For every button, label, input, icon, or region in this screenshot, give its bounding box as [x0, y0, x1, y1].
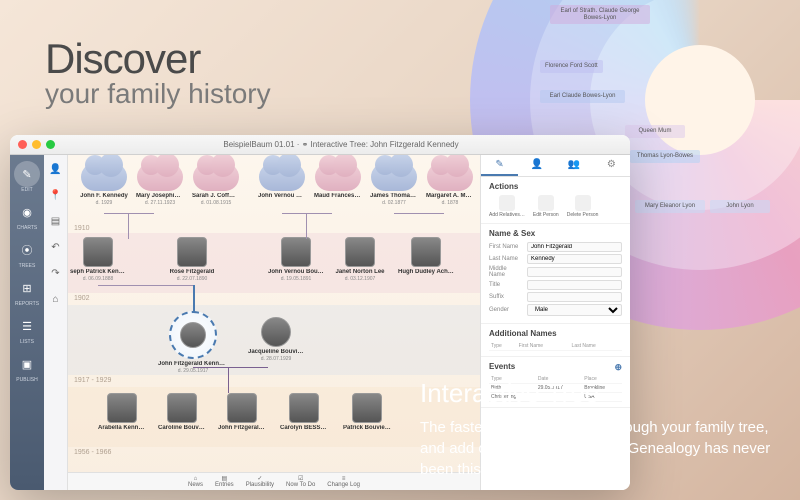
action-delete-person[interactable]: Delete Person	[567, 195, 599, 218]
gender-select[interactable]: Male	[527, 304, 622, 316]
sidebar-label: LISTS	[20, 339, 34, 345]
person-card[interactable]: Sarah J. Coffman d. 01.08.1915	[192, 163, 240, 206]
window-title: BeispielBaum 01.01 · ⚭ Interactive Tree:…	[60, 140, 622, 149]
bottom-tab[interactable]: ≡Change Log	[327, 476, 360, 488]
fan-person: Queen Mum	[625, 125, 685, 138]
gen-label: 1910	[74, 225, 90, 232]
hero-text: Discover your family history	[45, 35, 271, 110]
bottom-toolbar: ⌂News ▤Entries ✓Plausibility ☑Now To Do …	[68, 472, 480, 490]
sidebar-label: EDIT	[21, 187, 32, 193]
callout-title: Interactive Tree	[420, 378, 780, 409]
bottom-tab[interactable]: ⌂News	[188, 476, 203, 488]
inspector-tab-settings[interactable]: ⚙	[593, 155, 630, 176]
tool-person-icon[interactable]: 👤	[48, 161, 64, 177]
tree-canvas[interactable]: 1910 John F. Kennedy d. 1929 Mary Joseph…	[68, 155, 480, 490]
fan-person: Earl Claude Bowes-Lyon	[540, 90, 625, 103]
hero-title: Discover	[45, 35, 271, 83]
inspector-tab-family[interactable]: 👥	[556, 155, 593, 176]
person-card[interactable]: Rose Fitzgerald d. 22.07.1890	[164, 237, 220, 282]
inspector-name-sex: Name & Sex First Name Last Name Middle N…	[481, 224, 630, 324]
person-card[interactable]: John Fitzgerald Kennedy JR	[218, 393, 266, 432]
bottom-tab[interactable]: ▤Entries	[215, 475, 234, 488]
sidebar-charts[interactable]: ◉	[14, 199, 40, 225]
hero-subtitle: your family history	[45, 78, 271, 110]
person-card[interactable]: Margaret A. Merritt d. 1878	[426, 163, 474, 206]
tool-home-icon[interactable]: ⌂	[48, 291, 64, 307]
callout-body: The fastest way to navigate through your…	[420, 417, 780, 480]
add-event-icon[interactable]: ⊕	[614, 362, 622, 373]
middle-name-input[interactable]	[527, 267, 622, 277]
person-card[interactable]: Jacqueline Bouvier (Kenn… d. 28.07.1929	[248, 317, 304, 362]
fan-person: Mary Eleanor Lyon	[635, 200, 705, 213]
minimize-icon[interactable]	[32, 140, 41, 149]
tool-redo-icon[interactable]: ↷	[48, 265, 64, 281]
sidebar-lists[interactable]: ☰	[14, 313, 40, 339]
last-name-input[interactable]	[527, 254, 622, 264]
fan-person: John Lyon	[710, 200, 770, 213]
gen-label: 1902	[74, 295, 90, 302]
person-card-selected[interactable]: John Fitzgerald Kennedy d. 29.05.1917	[158, 311, 228, 374]
person-card[interactable]: Janet Norton Lee d. 03.12.1907	[332, 237, 388, 282]
sidebar-label: CHARTS	[17, 225, 37, 231]
inspector-tabs: ✎ 👤 👥 ⚙	[481, 155, 630, 177]
bottom-tab[interactable]: ☑Now To Do	[286, 475, 315, 488]
zoom-icon[interactable]	[46, 140, 55, 149]
person-card[interactable]: Hugh Dudley Achincloss	[398, 237, 454, 276]
tool-strip: 👤 📍 ▤ ↶ ↷ ⌂	[44, 155, 68, 490]
person-card[interactable]: Caroline Bouvier Ke…	[158, 393, 206, 432]
close-icon[interactable]	[18, 140, 27, 149]
person-card[interactable]: Mary Josephine HA… d. 27.11.1923	[136, 163, 184, 206]
suffix-input[interactable]	[527, 292, 622, 302]
tool-undo-icon[interactable]: ↶	[48, 239, 64, 255]
person-card[interactable]: James Thomas Lee d. 02.1877	[370, 163, 418, 206]
gen-label: 1956 - 1966	[74, 449, 111, 456]
sidebar-publish[interactable]: ▣	[14, 351, 40, 377]
fan-person: Florence Ford Scott	[540, 60, 603, 73]
main-sidebar: ✎ EDIT ◉ CHARTS ⦿ TREES ⊞ REPORTS ☰ LIST…	[10, 155, 44, 490]
person-card[interactable]: Carolyn BESSETTE	[280, 393, 328, 432]
first-name-input[interactable]	[527, 242, 622, 252]
action-edit-person[interactable]: Edit Person	[533, 195, 559, 218]
inspector-tab-person[interactable]: 👤	[518, 155, 555, 176]
person-card[interactable]: John F. Kennedy d. 1929	[80, 163, 128, 206]
person-card[interactable]: John Vernou Bouvier II. d. 19.05.1891	[268, 237, 324, 282]
titlebar: BeispielBaum 01.01 · ⚭ Interactive Tree:…	[10, 135, 630, 155]
inspector-additional-names: Additional Names TypeFirst NameLast Name	[481, 324, 630, 357]
gen-label: 1917 - 1929	[74, 377, 111, 384]
sidebar-label: TREES	[19, 263, 36, 269]
tool-pin-icon[interactable]: 📍	[48, 187, 64, 203]
marketing-callout: Interactive Tree The fastest way to navi…	[420, 378, 780, 480]
inspector-tab-edit[interactable]: ✎	[481, 155, 518, 176]
sidebar-trees[interactable]: ⦿	[14, 237, 40, 263]
person-card[interactable]: seph Patrick Kennedy d. 06.09.1888	[70, 237, 126, 282]
inspector-actions: Actions Add Relatives… Edit Person Delet…	[481, 177, 630, 224]
fan-person: Earl of Strath. Claude George Bowes-Lyon	[550, 5, 650, 24]
person-card[interactable]: John Vernou Bouvier I	[258, 163, 306, 200]
sidebar-edit[interactable]: ✎	[14, 161, 40, 187]
title-input[interactable]	[527, 280, 622, 290]
sidebar-label: PUBLISH	[16, 377, 37, 383]
fan-person: Thomas Lyon-Bowes	[630, 150, 700, 163]
person-card[interactable]: Arabella Kennedy	[98, 393, 146, 432]
person-card[interactable]: Maud Frances Lee	[314, 163, 362, 200]
action-add-relatives[interactable]: Add Relatives…	[489, 195, 525, 218]
tool-source-icon[interactable]: ▤	[48, 213, 64, 229]
sidebar-reports[interactable]: ⊞	[14, 275, 40, 301]
sidebar-label: REPORTS	[15, 301, 39, 307]
person-card[interactable]: Patrick Bouvier Kennedy	[343, 393, 391, 432]
bottom-tab[interactable]: ✓Plausibility	[246, 475, 274, 488]
